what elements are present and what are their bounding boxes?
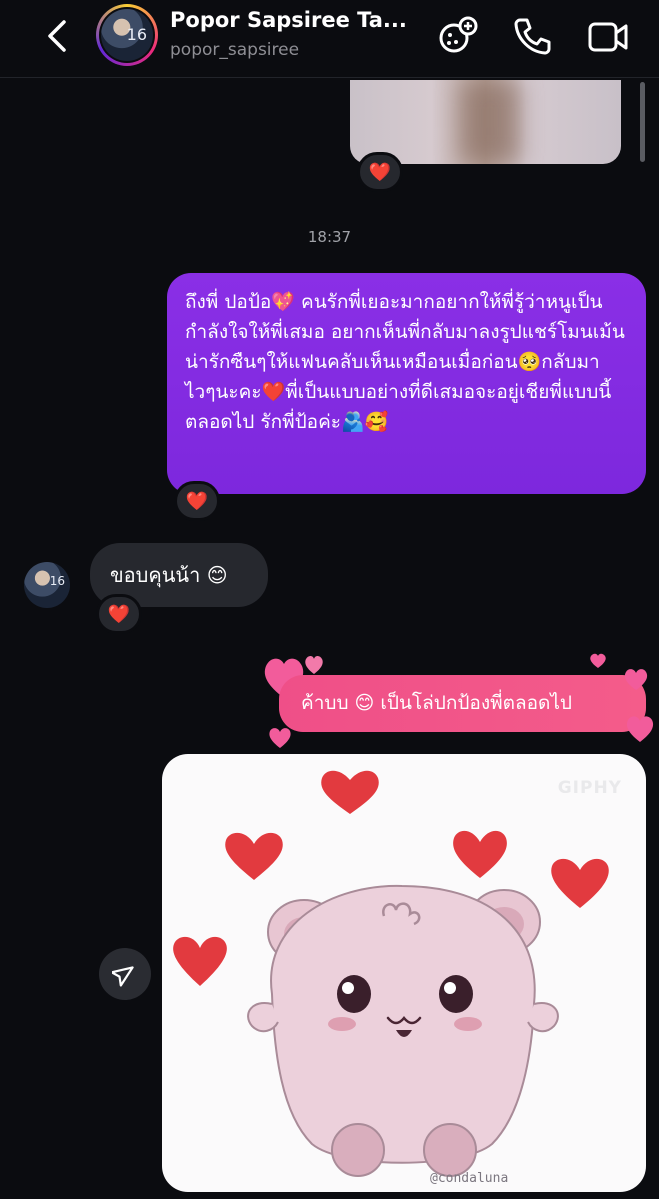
heart-effect-icon xyxy=(269,728,291,748)
photo-message[interactable] xyxy=(350,80,621,164)
chat-header: 16 Popor Sapsiree Ta... popor_sapsiree xyxy=(0,0,659,78)
hamster-sticker-image xyxy=(173,770,609,1177)
phone-icon[interactable] xyxy=(510,14,554,58)
avatar-badge: 16 xyxy=(126,25,147,44)
gif-sticker[interactable]: GIPHY @condaluna xyxy=(162,754,646,1192)
heart-effect-icon xyxy=(590,653,654,742)
avatar[interactable]: 16 xyxy=(96,4,158,66)
video-effects-icon[interactable] xyxy=(436,14,480,58)
sent-message[interactable]: ถึงพี่ ปอป้อ💖 คนรักพี่เยอะมากอยากให้พี่ร… xyxy=(167,273,646,494)
share-button[interactable] xyxy=(99,948,151,1000)
video-call-icon[interactable] xyxy=(586,14,630,58)
giphy-watermark: GIPHY xyxy=(557,778,622,798)
back-chevron-icon[interactable] xyxy=(40,16,76,56)
contact-avatar[interactable]: 16 xyxy=(24,562,70,608)
heart-reaction-icon: ❤️ xyxy=(107,603,131,625)
contact-username[interactable]: popor_sapsiree xyxy=(170,40,299,60)
heart-reaction[interactable]: ❤️ xyxy=(357,152,403,192)
heart-reaction-icon: ❤️ xyxy=(368,161,392,183)
profile-photo: 16 xyxy=(101,9,153,61)
heart-reaction[interactable]: ❤️ xyxy=(96,594,142,634)
heart-reaction[interactable]: ❤️ xyxy=(174,481,220,521)
sticker-credit: @condaluna xyxy=(430,1171,509,1186)
avatar-badge: 16 xyxy=(49,574,65,588)
share-send-icon xyxy=(112,966,134,987)
heart-reaction-icon: ❤️ xyxy=(185,490,209,512)
timestamp: 18:37 xyxy=(307,228,352,246)
contact-name[interactable]: Popor Sapsiree Ta... xyxy=(170,8,420,32)
scrollbar[interactable] xyxy=(640,82,645,162)
